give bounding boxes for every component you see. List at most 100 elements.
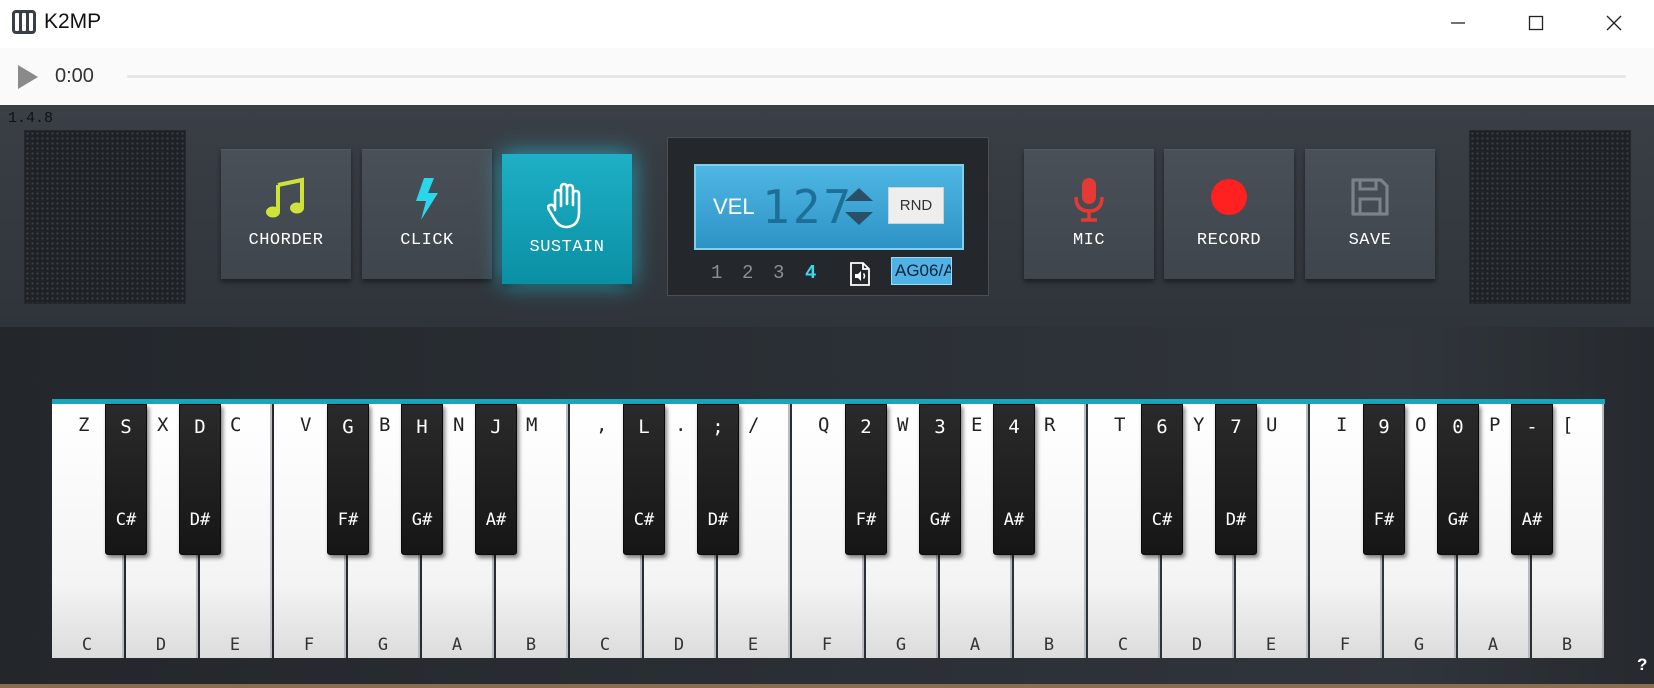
chorder-button[interactable]: CHORDER xyxy=(221,149,351,279)
key-shortcut-label: W xyxy=(897,414,909,436)
black-key[interactable]: S C# xyxy=(105,404,147,555)
seek-bar[interactable] xyxy=(127,75,1626,78)
key-shortcut-label: Q xyxy=(818,414,830,436)
key-note-label: F xyxy=(1339,635,1351,655)
key-shortcut-label: Y xyxy=(1193,414,1205,436)
key-shortcut-label: , xyxy=(596,414,608,436)
key-note-label: F# xyxy=(337,510,359,530)
key-note-label: C# xyxy=(633,510,655,530)
click-button[interactable]: CLICK xyxy=(362,149,492,279)
key-shortcut-label: 4 xyxy=(1008,416,1020,438)
key-shortcut-label: / xyxy=(748,414,760,436)
key-note-label: G xyxy=(1413,635,1425,655)
black-key[interactable]: D D# xyxy=(179,404,221,555)
preset-3[interactable]: 3 xyxy=(773,262,784,284)
black-key[interactable]: L C# xyxy=(623,404,665,555)
microphone-icon xyxy=(1074,178,1104,222)
key-shortcut-label: 9 xyxy=(1378,416,1390,438)
key-shortcut-label: 7 xyxy=(1230,416,1242,438)
black-key[interactable]: H G# xyxy=(401,404,443,555)
black-key[interactable]: - A# xyxy=(1511,404,1553,555)
key-note-label: G# xyxy=(411,510,433,530)
key-shortcut-label: H xyxy=(416,416,428,438)
key-shortcut-label: G xyxy=(342,416,354,438)
key-note-label: C# xyxy=(115,510,137,530)
key-note-label: B xyxy=(1043,635,1055,655)
black-key[interactable]: 0 G# xyxy=(1437,404,1479,555)
record-label: RECORD xyxy=(1196,231,1262,250)
mic-label: MIC xyxy=(1072,231,1106,250)
save-button[interactable]: SAVE xyxy=(1305,149,1435,279)
key-note-label: D# xyxy=(1225,510,1247,530)
key-shortcut-label: U xyxy=(1266,414,1278,436)
black-key[interactable]: 3 G# xyxy=(919,404,961,555)
window-title: K2MP xyxy=(44,10,102,33)
playback-time: 0:00 xyxy=(55,65,94,87)
key-note-label: A# xyxy=(1003,510,1025,530)
play-icon[interactable] xyxy=(18,65,38,89)
key-shortcut-label: M xyxy=(526,414,538,436)
preset-4[interactable]: 4 xyxy=(805,262,816,284)
key-shortcut-label: [ xyxy=(1562,414,1574,436)
key-shortcut-label: 2 xyxy=(860,416,872,438)
maximize-button[interactable] xyxy=(1500,0,1572,46)
bottom-strip xyxy=(0,684,1654,688)
key-shortcut-label: B xyxy=(379,414,391,436)
velocity-down-arrow-icon[interactable] xyxy=(845,212,873,225)
key-shortcut-label: L xyxy=(638,416,650,438)
velocity-value: 127 xyxy=(762,180,855,234)
black-key[interactable]: 9 F# xyxy=(1363,404,1405,555)
midi-device-field[interactable]: AG06/A xyxy=(891,257,952,285)
key-shortcut-label: S xyxy=(120,416,132,438)
key-note-label: E xyxy=(229,635,241,655)
key-shortcut-label: N xyxy=(453,414,465,436)
black-key[interactable]: 7 D# xyxy=(1215,404,1257,555)
speaker-grille-left xyxy=(24,130,186,304)
key-note-label: E xyxy=(747,635,759,655)
record-button[interactable]: RECORD xyxy=(1164,149,1294,279)
key-shortcut-label: - xyxy=(1526,416,1538,438)
key-note-label: E xyxy=(1265,635,1277,655)
key-note-label: C xyxy=(599,635,611,655)
speaker-grille-right xyxy=(1469,130,1631,304)
hand-icon xyxy=(546,182,581,229)
preset-2[interactable]: 2 xyxy=(742,262,753,284)
random-velocity-button[interactable]: RND xyxy=(888,187,944,224)
key-shortcut-label: C xyxy=(230,414,242,436)
key-note-label: A# xyxy=(1521,510,1543,530)
black-key[interactable]: J A# xyxy=(475,404,517,555)
key-shortcut-label: V xyxy=(300,414,312,436)
key-shortcut-label: Z xyxy=(78,414,90,436)
key-note-label: D xyxy=(1191,635,1203,655)
velocity-up-arrow-icon[interactable] xyxy=(845,188,873,201)
black-key[interactable]: 6 C# xyxy=(1141,404,1183,555)
key-note-label: G# xyxy=(929,510,951,530)
key-shortcut-label: T xyxy=(1114,414,1126,436)
help-icon[interactable]: ? xyxy=(1637,655,1647,675)
close-button[interactable] xyxy=(1578,0,1650,46)
minimize-button[interactable] xyxy=(1422,0,1494,46)
black-key[interactable]: 4 A# xyxy=(993,404,1035,555)
key-note-label: A xyxy=(969,635,981,655)
key-note-label: G xyxy=(895,635,907,655)
key-note-label: C# xyxy=(1151,510,1173,530)
mic-button[interactable]: MIC xyxy=(1024,149,1154,279)
close-icon xyxy=(1606,15,1622,31)
sustain-button[interactable]: SUSTAIN xyxy=(502,154,632,284)
black-key[interactable]: G F# xyxy=(327,404,369,555)
sustain-label: SUSTAIN xyxy=(529,238,605,257)
preset-1[interactable]: 1 xyxy=(711,262,722,284)
key-note-label: F# xyxy=(1373,510,1395,530)
maximize-icon xyxy=(1528,15,1544,31)
key-note-label: C xyxy=(1117,635,1129,655)
key-shortcut-label: I xyxy=(1336,414,1348,436)
key-note-label: G# xyxy=(1447,510,1469,530)
record-dot-icon xyxy=(1211,179,1247,215)
black-key[interactable]: 2 F# xyxy=(845,404,887,555)
key-note-label: A xyxy=(1487,635,1499,655)
key-note-label: F xyxy=(821,635,833,655)
black-key[interactable]: ; D# xyxy=(697,404,739,555)
click-label: CLICK xyxy=(400,231,454,250)
audio-file-icon[interactable] xyxy=(849,262,871,291)
key-shortcut-label: X xyxy=(157,414,169,436)
